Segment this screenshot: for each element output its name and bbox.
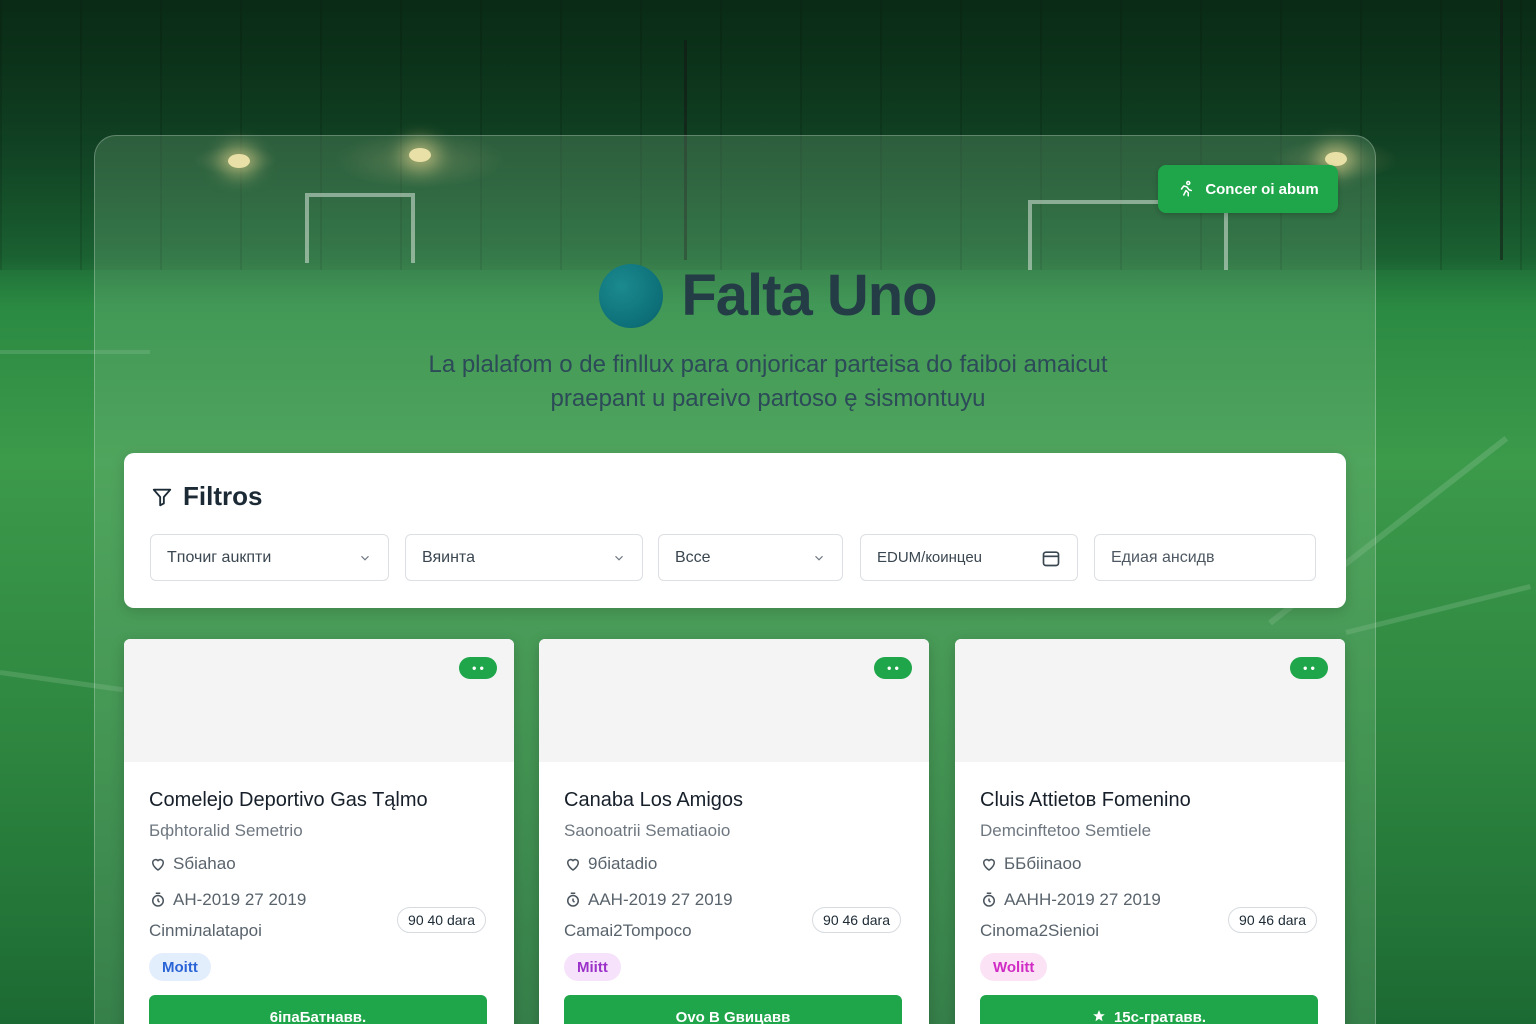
card-badge: • •	[459, 657, 497, 679]
card-subtitle: Бфhtoralid Semetrio	[149, 821, 303, 840]
card-action-label: 6іпаБатнавв.	[269, 1009, 367, 1024]
tagline-line-1: La plalafom o de finllux para onjoricar …	[428, 351, 1108, 378]
card-date-row: AAH-2019 27 2019	[564, 890, 733, 910]
chevron-down-icon	[815, 555, 823, 561]
price-badge: 90 46 dara	[1228, 907, 1317, 933]
card-location: 9бiatadio	[588, 854, 658, 873]
card-date: АН-2019 27 2019	[173, 890, 307, 909]
card-title: Canaba Los Amigos	[564, 789, 744, 811]
card-action-button[interactable]: 6іпаБатнавв.	[149, 995, 487, 1024]
filter-select-1[interactable]: Tпочиг аuкпти	[150, 534, 389, 581]
card-date-row: AAHH-2019 27 2019	[980, 890, 1161, 910]
filter-icon	[152, 488, 172, 506]
card-subtitle: Demcinftetoo Semtiele	[980, 821, 1152, 840]
card-extra: Cinoma2Sienioi	[980, 921, 1100, 940]
venue-card[interactable]: • • Canaba Los Amigos Saonoatrii Sematia…	[539, 639, 929, 1024]
clock-icon	[567, 892, 579, 907]
card-image	[539, 639, 929, 762]
venue-card[interactable]: • • Comelejo Deportivo Gas Tąlmo Бфhtora…	[124, 639, 514, 1024]
filter-select-2-value: Вяинта	[422, 548, 475, 566]
venue-card[interactable]: • • Cluis Attietoв Fomenino Demcinftetoo…	[955, 639, 1345, 1024]
page-title: Falta Uno	[681, 263, 937, 328]
card-date: AAH-2019 27 2019	[588, 890, 733, 909]
card-extra-row: Camai2Tompoco	[564, 921, 692, 941]
search-input[interactable]	[1111, 548, 1299, 567]
card-action-button[interactable]: 15с-гратавв.	[980, 995, 1318, 1024]
header-cta-label: Concer oi abum	[1205, 180, 1319, 198]
card-extra-row: Cinoma2Sienioi	[980, 921, 1099, 941]
card-location-row: ББбiinaoo	[980, 854, 1081, 874]
card-date-row: АН-2019 27 2019	[149, 890, 306, 910]
card-title: Cluis Attietoв Fomenino	[980, 789, 1191, 811]
filters-title: Filtros	[183, 481, 263, 511]
runner-icon	[1181, 180, 1193, 197]
light-pole	[1500, 0, 1503, 260]
card-location-row: Sбiahao	[149, 854, 236, 874]
header-cta-button[interactable]: Concer oi abum	[1158, 165, 1338, 213]
card-badge: • •	[1290, 657, 1328, 679]
price-badge: 90 46 dara	[812, 907, 901, 933]
card-extra: Camai2Tompoco	[564, 921, 692, 940]
tagline: La plalafom o de finllux para onjoricar …	[300, 348, 1236, 416]
price-badge: 90 40 dara	[397, 907, 486, 933]
filters-header: Filtros	[151, 481, 262, 512]
calendar-icon[interactable]	[1041, 548, 1061, 568]
brand: Falta Uno	[0, 262, 1536, 329]
card-action-label: 15с-гратавв.	[1113, 1009, 1207, 1024]
card-action-label: Ovo B Gвицавв	[675, 1009, 791, 1024]
clock-icon	[983, 892, 995, 907]
chevron-down-icon	[361, 555, 369, 561]
card-location-row: 9бiatadio	[564, 854, 657, 874]
heart-icon	[982, 858, 996, 871]
tagline-line-2: praepant u pareivo partoso ę sismontuyu	[550, 385, 986, 412]
date-field-value: EDUM/кoинцеu	[877, 549, 983, 566]
card-tag: Miitt	[564, 953, 621, 981]
clock-icon	[152, 892, 164, 907]
card-image	[955, 639, 1345, 762]
heart-icon	[566, 858, 580, 871]
filter-select-3-value: Вcce	[675, 548, 711, 566]
logo-icon	[599, 263, 664, 328]
card-badge: • •	[874, 657, 912, 679]
star-icon	[1093, 1010, 1105, 1022]
card-tag: Wolitt	[980, 953, 1048, 981]
filter-select-2[interactable]: Вяинта	[405, 534, 643, 581]
heart-icon	[151, 858, 165, 871]
search-input-wrapper[interactable]	[1094, 534, 1316, 581]
filter-select-1-value: Tпочиг аuкпти	[167, 548, 272, 566]
card-extra-row: Cinmiлalatapoi	[149, 921, 262, 941]
card-action-button[interactable]: Ovo B Gвицавв	[564, 995, 902, 1024]
card-extra: Cinmiлalatapoi	[149, 921, 262, 940]
filter-select-3[interactable]: Вcce	[658, 534, 843, 581]
card-subtitle: Saonoatrii Sematiaoio	[564, 821, 731, 840]
card-location: ББбiinaoo	[1004, 854, 1082, 873]
date-field[interactable]: EDUM/кoинцеu	[860, 534, 1078, 581]
card-title: Comelejo Deportivo Gas Tąlmo	[149, 789, 428, 811]
card-date: AAHH-2019 27 2019	[1004, 890, 1161, 909]
card-location: Sбiahao	[173, 854, 236, 873]
filters-panel: Filtros Tпочиг аuкпти Вяинта Вcce EDUM/к…	[124, 453, 1346, 608]
card-tag: Moitt	[149, 953, 211, 981]
card-image	[124, 639, 514, 762]
chevron-down-icon	[615, 555, 623, 561]
